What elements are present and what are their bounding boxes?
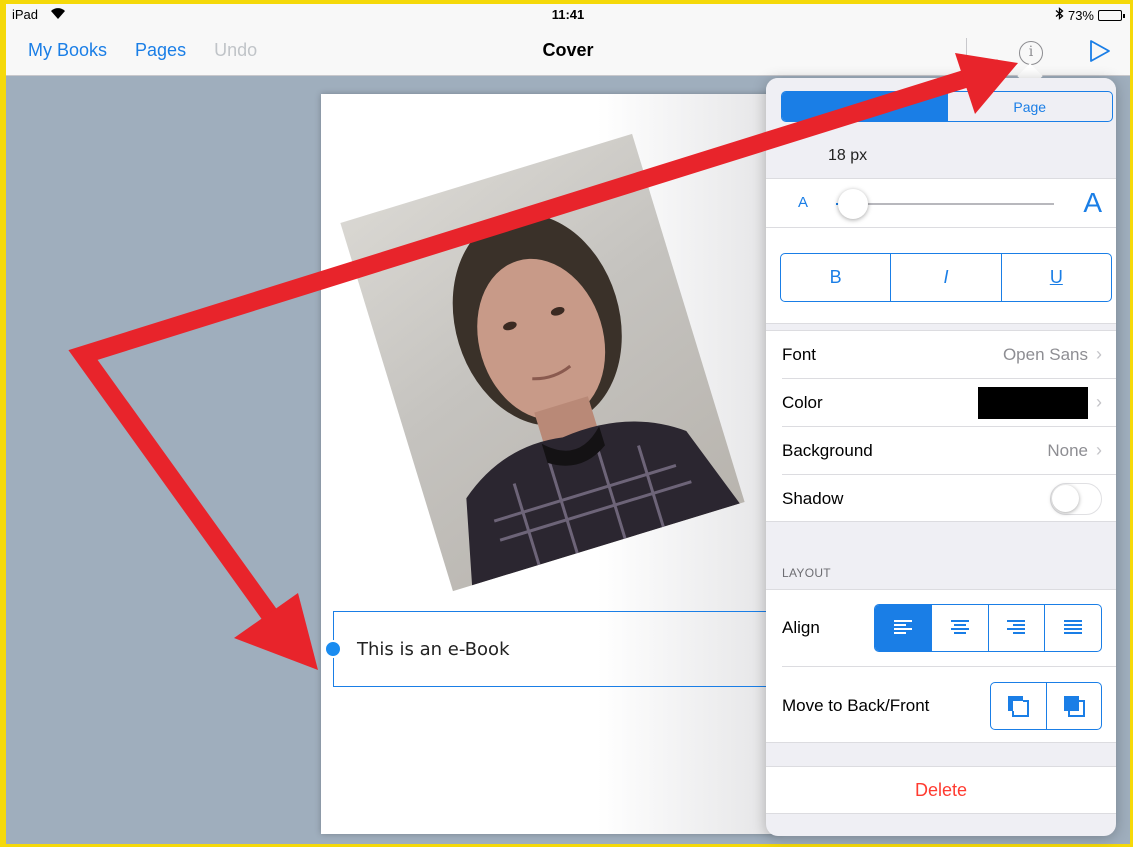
align-label: Align xyxy=(782,618,820,637)
shadow-toggle[interactable] xyxy=(1050,483,1102,515)
bring-to-front-icon[interactable] xyxy=(1045,682,1102,729)
large-font-icon: A xyxy=(1083,187,1102,218)
italic-button[interactable]: I xyxy=(890,254,1000,301)
align-right-icon[interactable] xyxy=(987,605,1045,651)
inspector-tabs: Page xyxy=(781,91,1113,122)
chevron-right-icon: › xyxy=(1096,344,1102,364)
clock: 11:41 xyxy=(551,7,585,22)
font-label: Font xyxy=(782,344,817,364)
font-size-value: 18 px xyxy=(828,147,868,164)
small-font-icon: A xyxy=(798,194,809,211)
battery-percent: 73% xyxy=(1067,7,1094,23)
tab-page[interactable]: Page xyxy=(946,92,1113,121)
font-size-slider[interactable] xyxy=(836,189,1054,219)
navigation-bar: My Books Pages Undo Cover i xyxy=(6,26,1130,76)
page-title: Cover xyxy=(542,40,594,60)
underline-button[interactable]: U xyxy=(1000,254,1111,301)
play-icon[interactable] xyxy=(1089,39,1111,68)
background-value: None xyxy=(1047,440,1088,460)
bluetooth-icon xyxy=(1055,7,1064,23)
chevron-right-icon: › xyxy=(1096,440,1102,460)
tab-text[interactable] xyxy=(782,92,947,121)
color-row[interactable]: Color › xyxy=(782,379,1116,427)
layout-section-header: LAYOUT xyxy=(782,566,831,580)
align-justify-icon[interactable] xyxy=(1044,605,1101,651)
font-value: Open Sans xyxy=(1002,344,1088,364)
color-swatch xyxy=(978,386,1088,419)
text-box[interactable]: This is an e-Book xyxy=(324,611,783,687)
align-left-icon[interactable] xyxy=(875,605,931,651)
move-row: Move to Back/Front xyxy=(782,667,1116,744)
info-icon[interactable]: i xyxy=(1019,41,1043,65)
bold-button[interactable]: B xyxy=(781,254,890,301)
color-label: Color xyxy=(782,392,823,412)
send-to-back-icon[interactable] xyxy=(991,683,1046,729)
slider-thumb[interactable] xyxy=(838,189,869,219)
background-row[interactable]: Background None › xyxy=(782,427,1116,475)
alignment-buttons xyxy=(874,604,1102,652)
chevron-right-icon: › xyxy=(1096,392,1102,412)
text-style-buttons: B I U xyxy=(780,253,1112,302)
align-row: Align xyxy=(782,590,1116,667)
shadow-label: Shadow xyxy=(782,489,844,508)
font-size-slider-row: A A xyxy=(766,178,1116,228)
arrange-buttons xyxy=(990,681,1102,730)
background-label: Background xyxy=(782,440,873,460)
text-box-content: This is an e-Book xyxy=(357,638,510,660)
status-bar: iPad 11:41 73% xyxy=(6,4,1130,26)
move-label: Move to Back/Front xyxy=(782,695,930,715)
format-popover: Page 18 px A A B I U Font Open Sans › Co… xyxy=(766,78,1116,836)
battery-icon xyxy=(1098,9,1125,21)
align-center-icon[interactable] xyxy=(930,605,988,651)
shadow-row: Shadow xyxy=(782,475,1116,523)
delete-button[interactable]: Delete xyxy=(766,766,1116,814)
resize-handle[interactable] xyxy=(324,640,342,658)
toolbar-divider xyxy=(966,38,967,58)
font-row[interactable]: Font Open Sans › xyxy=(782,331,1116,379)
